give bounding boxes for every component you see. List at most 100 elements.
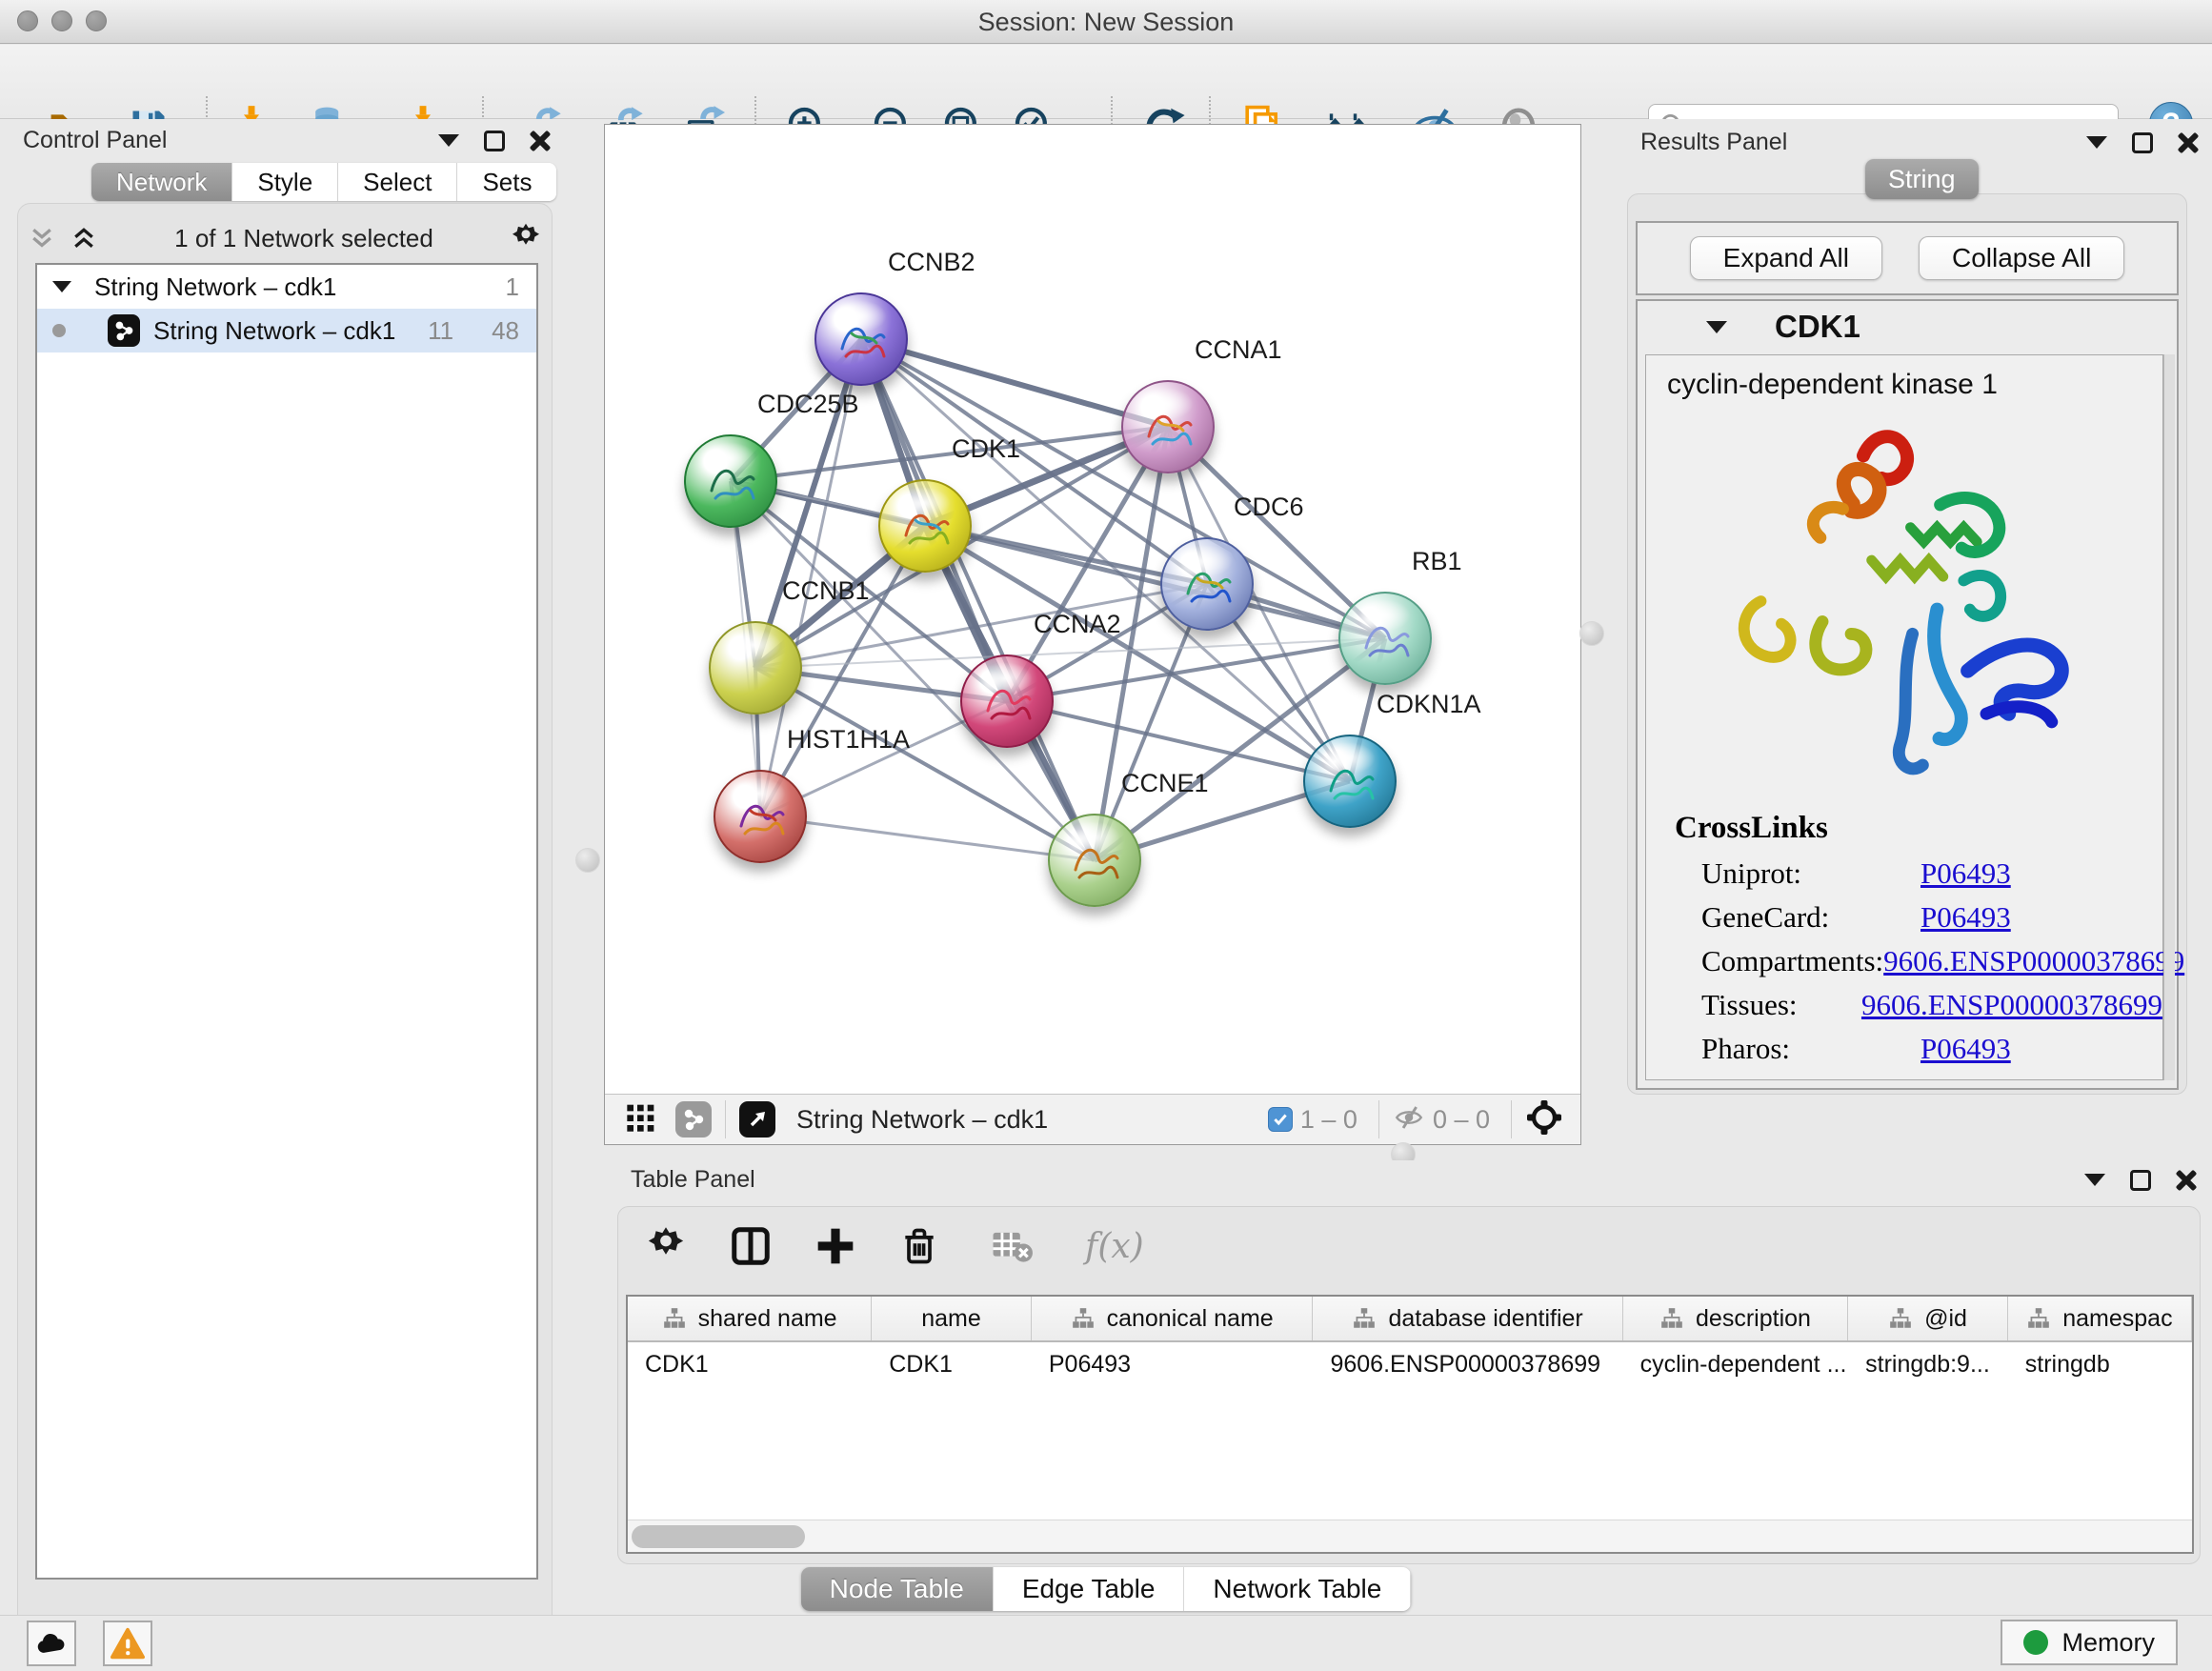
tab-node-table[interactable]: Node Table [801, 1567, 994, 1611]
crosslink-link[interactable]: 9606.ENSP00000378699 [1861, 988, 2162, 1022]
memory-button[interactable]: Memory [2001, 1620, 2178, 1665]
table-cell[interactable]: 9606.ENSP00000378699 [1313, 1342, 1622, 1387]
expand-all-icon[interactable] [70, 226, 98, 251]
float-panel-icon[interactable] [2132, 132, 2153, 153]
panel-menu-icon[interactable] [438, 134, 459, 147]
crosslink-row: GeneCard:P06493 [1646, 896, 2162, 939]
table-cell[interactable]: CDK1 [872, 1342, 1032, 1387]
table-cell[interactable]: stringdb [2008, 1342, 2192, 1387]
string-results-container: Expand All Collapse All CDK1 cyclin-depe… [1627, 193, 2187, 1095]
column-header-description[interactable]: description [1623, 1297, 1849, 1340]
current-network-indicator [52, 324, 66, 337]
expand-all-button[interactable]: Expand All [1690, 236, 1882, 280]
network-node-hist1h1a[interactable] [714, 770, 807, 863]
column-header-name[interactable]: name [872, 1297, 1032, 1340]
cloud-icon [34, 1626, 69, 1661]
float-panel-icon[interactable] [484, 131, 505, 151]
network-view-toolbar: String Network – cdk1 1 – 0 0 – 0 [605, 1094, 1580, 1144]
table-cell[interactable]: stringdb:9... [1848, 1342, 2008, 1387]
node-structure-image [698, 449, 767, 517]
column-label: @id [1924, 1305, 1967, 1333]
network-node-ccne1[interactable] [1048, 814, 1141, 907]
network-share-icon[interactable] [675, 1101, 712, 1137]
show-columns-button[interactable] [729, 1224, 773, 1268]
create-column-button[interactable] [814, 1225, 856, 1267]
crosslink-link[interactable]: P06493 [1920, 1032, 2011, 1066]
pan-crosshair-icon[interactable] [1525, 1098, 1563, 1141]
horizontal-scrollbar[interactable] [628, 1520, 2192, 1552]
table-cell[interactable]: P06493 [1032, 1342, 1314, 1387]
column-header-namespac[interactable]: namespac [2008, 1297, 2192, 1340]
results-scrollbar[interactable] [2163, 354, 2175, 1080]
close-panel-icon[interactable] [2176, 1170, 2197, 1191]
close-panel-icon[interactable] [2178, 132, 2199, 153]
column-header-shared-name[interactable]: shared name [628, 1297, 872, 1340]
panel-menu-icon[interactable] [2084, 1174, 2105, 1186]
network-node-cdk1[interactable] [878, 479, 972, 573]
collapse-all-button[interactable]: Collapse All [1919, 236, 2124, 280]
network-node-cdkn1a[interactable] [1303, 735, 1397, 828]
selected-nodes-checkbox[interactable] [1268, 1107, 1293, 1132]
delete-column-button[interactable] [898, 1225, 940, 1267]
open-in-window-icon[interactable] [739, 1101, 775, 1137]
results-panel: Results Panel String Expand All Collapse… [1619, 119, 2212, 1148]
network-node-cdc25b[interactable] [684, 434, 777, 528]
panel-menu-icon[interactable] [2086, 136, 2107, 149]
tab-network-table[interactable]: Network Table [1184, 1567, 1411, 1611]
scrollbar-thumb[interactable] [632, 1525, 805, 1548]
warning-button[interactable] [103, 1621, 152, 1666]
close-panel-icon[interactable] [530, 131, 551, 151]
tab-style[interactable]: Style [232, 163, 338, 201]
network-node-cdc6[interactable] [1160, 537, 1254, 631]
network-canvas[interactable]: CCNB2CCNA1CDC25BCDK1CDC6RB1CCNB1CCNA2CDK… [605, 125, 1580, 1094]
column-header--id[interactable]: @id [1848, 1297, 2008, 1340]
network-node-ccna2[interactable] [960, 654, 1054, 748]
gene-details: cyclin-dependent kinase 1 [1645, 354, 2163, 1080]
node-gloss [726, 629, 781, 661]
network-node-ccnb2[interactable] [814, 292, 908, 386]
crosslink-link[interactable]: P06493 [1920, 900, 2011, 935]
birdseye-view-icon[interactable] [626, 1102, 656, 1137]
tab-network[interactable]: Network [91, 163, 232, 201]
section-expand-icon[interactable] [1706, 321, 1727, 333]
titlebar: Session: New Session [0, 0, 2212, 44]
cloud-button[interactable] [27, 1621, 76, 1666]
network-edge[interactable] [861, 339, 1168, 427]
column-header-database-identifier[interactable]: database identifier [1313, 1297, 1622, 1340]
crosslink-link[interactable]: 9606.ENSP00000378699 [1883, 944, 2184, 978]
network-node-ccna1[interactable] [1121, 380, 1215, 473]
float-panel-icon[interactable] [2130, 1170, 2151, 1191]
network-node-ccnb1[interactable] [709, 621, 802, 715]
tab-select[interactable]: Select [338, 163, 457, 201]
network-tree: String Network – cdk1 1 String Network –… [35, 263, 538, 1580]
table-cell[interactable]: cyclin-dependent ... [1623, 1342, 1849, 1387]
gear-icon[interactable] [510, 222, 542, 254]
delete-table-icon [990, 1224, 1034, 1268]
table-tabs: Node TableEdge TableNetwork Table [0, 1567, 2212, 1611]
table-settings-button[interactable] [645, 1225, 687, 1267]
table-cell[interactable]: CDK1 [628, 1342, 872, 1387]
network-view-title: String Network – cdk1 [796, 1105, 1268, 1135]
network-view[interactable]: CCNB2CCNA1CDC25BCDK1CDC6RB1CCNB1CCNA2CDK… [604, 124, 1581, 1145]
right-splitter-grip[interactable] [1579, 621, 1604, 646]
network-edge[interactable] [760, 816, 1095, 860]
collapse-all-icon[interactable] [28, 226, 56, 251]
column-header-canonical-name[interactable]: canonical name [1032, 1297, 1314, 1340]
crosslink-link[interactable]: P06493 [1920, 856, 2011, 891]
table-row[interactable]: CDK1CDK1P064939606.ENSP00000378699cyclin… [628, 1342, 2192, 1387]
tab-edge-table[interactable]: Edge Table [994, 1567, 1185, 1611]
tab-string[interactable]: String [1865, 159, 1979, 199]
network-row[interactable]: String Network – cdk1 11 48 [37, 309, 536, 352]
collection-expand-icon[interactable] [52, 281, 71, 292]
delete-table-button[interactable] [990, 1224, 1034, 1268]
crosslink-row: Compartments:9606.ENSP00000378699 [1646, 939, 2162, 983]
node-table[interactable]: shared namenamecanonical namedatabase id… [626, 1295, 2194, 1554]
network-collection-row[interactable]: String Network – cdk1 1 [37, 265, 536, 309]
left-splitter-grip[interactable] [575, 848, 600, 873]
network-node-rb1[interactable] [1338, 592, 1432, 685]
gene-section-header[interactable]: CDK1 [1638, 301, 2177, 352]
network-edge[interactable] [861, 339, 1095, 860]
tab-sets[interactable]: Sets [457, 163, 556, 201]
network-edge[interactable] [925, 526, 1385, 638]
function-builder-button[interactable]: f(x) [1085, 1227, 1144, 1266]
